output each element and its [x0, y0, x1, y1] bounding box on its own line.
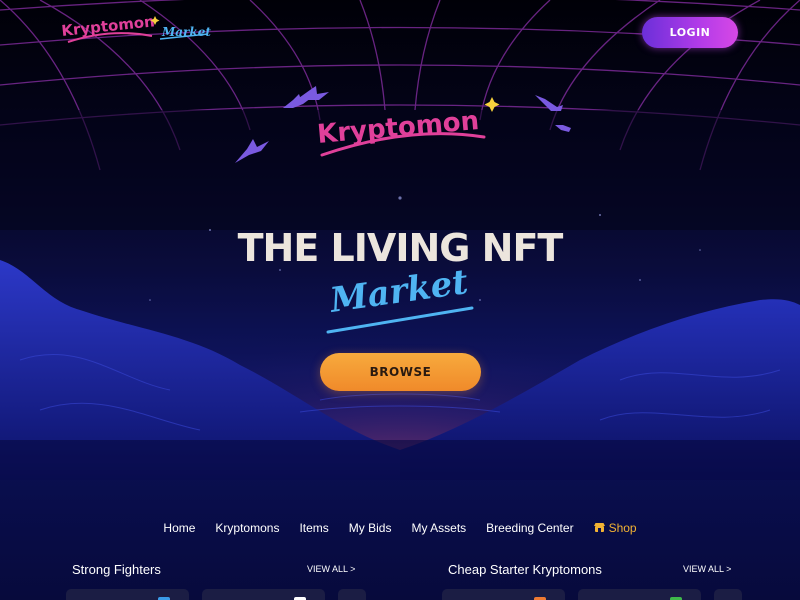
main-nav: Home Kryptomons Items My Bids My Assets …	[0, 518, 800, 538]
hero-logo-text: Kryptomon	[316, 106, 480, 150]
listing-card[interactable]	[66, 589, 189, 600]
store-icon	[593, 523, 605, 532]
nav-item-breeding-center[interactable]: Breeding Center	[486, 518, 573, 538]
nav-item-shop[interactable]: Shop	[593, 518, 637, 538]
listing-card[interactable]	[714, 589, 742, 600]
page: Kryptomon Market LOGIN Kryptomon THE LIV…	[0, 0, 800, 600]
brand-logo[interactable]: Kryptomon Market	[60, 12, 220, 48]
brand-logo-text: Kryptomon	[61, 12, 156, 40]
nav-item-kryptomons[interactable]: Kryptomons	[215, 518, 279, 538]
listing-card[interactable]	[338, 589, 366, 600]
nav-item-items[interactable]: Items	[299, 518, 328, 538]
hero-headline: THE LIVING NFT	[237, 226, 564, 270]
nav-item-shop-label: Shop	[608, 521, 637, 535]
login-button[interactable]: LOGIN	[642, 17, 738, 48]
hero-logo: Kryptomon	[316, 97, 500, 157]
nav-item-home[interactable]: Home	[163, 518, 195, 538]
view-all-cheap-starter[interactable]: VIEW ALL >	[683, 564, 731, 574]
hero-script-word: Market	[326, 268, 474, 334]
view-all-strong-fighters[interactable]: VIEW ALL >	[307, 564, 355, 574]
nav-item-my-assets[interactable]: My Assets	[411, 518, 466, 538]
listing-card[interactable]	[442, 589, 565, 600]
nav-item-my-bids[interactable]: My Bids	[349, 518, 392, 538]
listing-card[interactable]	[578, 589, 701, 600]
section-title-cheap-starter: Cheap Starter Kryptomons	[448, 562, 602, 577]
section-title-strong-fighters: Strong Fighters	[72, 562, 161, 577]
listing-card[interactable]	[202, 589, 325, 600]
sparkle-icon	[484, 97, 500, 112]
browse-button[interactable]: BROWSE	[320, 353, 481, 391]
